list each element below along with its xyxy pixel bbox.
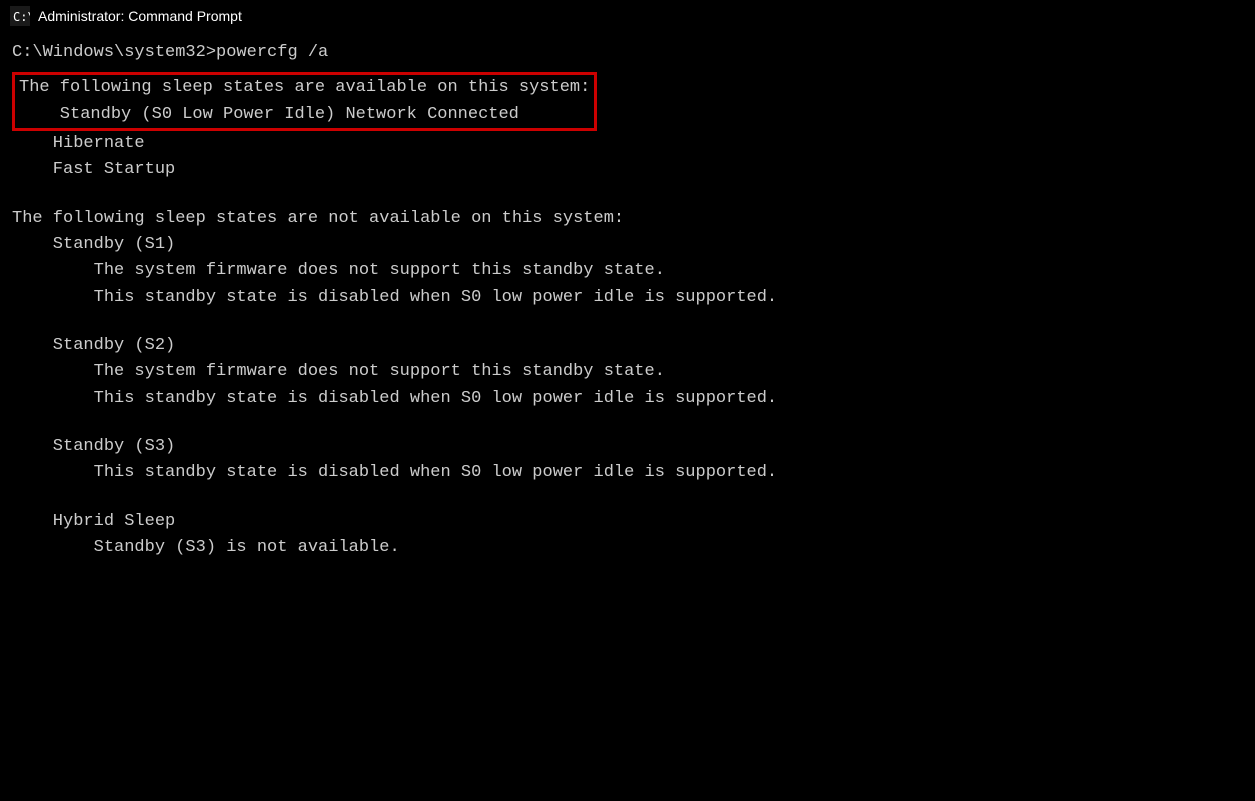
cmd-icon: C:\ <box>10 6 30 26</box>
s3-reason1: This standby state is disabled when S0 l… <box>12 460 1243 486</box>
s2-reason1: The system firmware does not support thi… <box>12 359 1243 385</box>
title-bar-text: Administrator: Command Prompt <box>38 8 242 24</box>
standby-s2-header: Standby (S2) <box>12 333 1243 359</box>
standby-s0: Standby (S0 Low Power Idle) Network Conn… <box>19 102 590 128</box>
hybrid-reason1: Standby (S3) is not available. <box>12 535 1243 561</box>
s2-reason2: This standby state is disabled when S0 l… <box>12 386 1243 412</box>
terminal-body: C:\Windows\system32>powercfg /a The foll… <box>0 32 1255 570</box>
available-header: The following sleep states are available… <box>19 75 590 101</box>
fast-startup-line: Fast Startup <box>12 157 1243 183</box>
prompt-line: C:\Windows\system32>powercfg /a <box>12 40 1243 66</box>
hybrid-sleep-header: Hybrid Sleep <box>12 509 1243 535</box>
svg-text:C:\: C:\ <box>13 10 30 24</box>
standby-s3-header: Standby (S3) <box>12 434 1243 460</box>
s1-reason1: The system firmware does not support thi… <box>12 258 1243 284</box>
title-bar: C:\ Administrator: Command Prompt <box>0 0 1255 32</box>
hibernate-line: Hibernate <box>12 131 1243 157</box>
s1-reason2: This standby state is disabled when S0 l… <box>12 285 1243 311</box>
not-available-header: The following sleep states are not avail… <box>12 206 1243 232</box>
standby-s1-header: Standby (S1) <box>12 232 1243 258</box>
